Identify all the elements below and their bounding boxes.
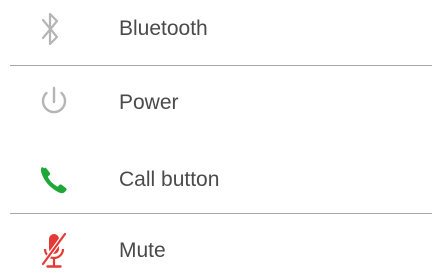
power-icon	[30, 78, 78, 128]
legend-label-mute: Mute	[119, 239, 166, 262]
bluetooth-icon	[30, 4, 78, 54]
divider	[10, 213, 432, 214]
legend-row-power: Power	[0, 78, 432, 128]
legend-row-bluetooth: Bluetooth	[0, 4, 432, 54]
legend-label-power: Power	[119, 91, 179, 114]
legend-row-mute: Mute	[0, 226, 432, 276]
microphone-muted-icon	[30, 226, 78, 276]
divider	[10, 65, 432, 66]
phone-icon	[30, 155, 78, 205]
legend-label-bluetooth: Bluetooth	[119, 17, 208, 40]
legend-row-call-button: Call button	[0, 155, 432, 205]
legend-label-call-button: Call button	[119, 168, 220, 191]
